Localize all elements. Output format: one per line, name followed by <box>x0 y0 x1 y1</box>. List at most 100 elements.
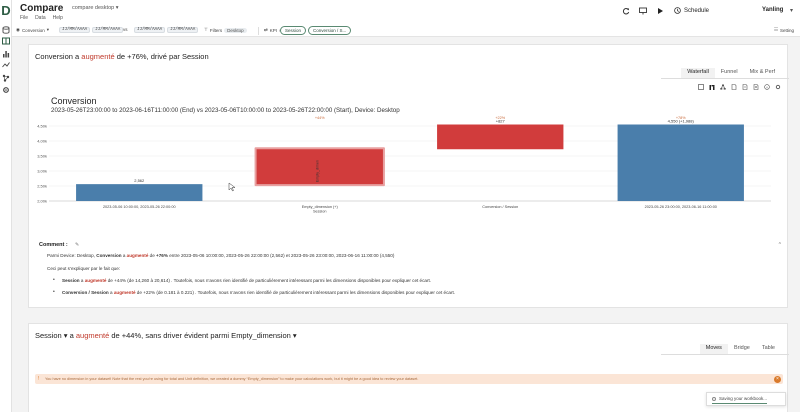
insight-card-session: Session ▾ a augmenté de +44%, sans drive… <box>28 323 789 412</box>
info-icon[interactable] <box>764 84 770 90</box>
comment-metric: Conversion <box>96 253 122 258</box>
menu-file[interactable]: File <box>20 15 28 21</box>
bar-value-label: 2,562 <box>134 178 145 183</box>
range2-start-input[interactable]: JJ/MM/AAAA <box>134 27 166 33</box>
bullet-trend: augmenté <box>84 278 107 283</box>
filter-bar: ◉ Conversion ▾ JJ/MM/AAAA JJ/MM/AAAA vs … <box>12 24 800 37</box>
x-tick-label: Conversion / Session <box>482 205 518 209</box>
bullet-metric: Session <box>62 278 80 283</box>
chevron-down-icon: ▾ <box>46 27 49 32</box>
play-icon[interactable] <box>656 7 664 15</box>
doc-icon[interactable] <box>731 84 737 90</box>
schedule-label: Schedule <box>684 7 710 14</box>
kpi-pills: Session Conversion / S... <box>280 25 352 35</box>
card-title: Session ▾ a augmenté de +44%, sans drive… <box>35 331 297 340</box>
kpi-selector[interactable]: ⇄ KPI › <box>264 27 281 33</box>
filters-label: Filters <box>209 27 223 33</box>
y-tick-label: 2,00k <box>37 199 47 204</box>
range1-start-input[interactable]: JJ/MM/AAAA <box>59 27 91 33</box>
present-icon[interactable] <box>639 7 647 15</box>
bullet-dot: • <box>53 289 55 295</box>
comment-text: entre 2023-05-06 10:00:00, 2023-05-26 22… <box>167 253 395 258</box>
x-tick-label: 2023-05-06 10:00:00, 2023-05-26 22:00:00 <box>103 205 176 209</box>
bar <box>617 124 744 201</box>
y-tick-label: 3,50k <box>37 154 47 159</box>
menu-data[interactable]: Data <box>35 15 46 21</box>
bar-pct-label: +22% <box>495 116 505 120</box>
csv-icon[interactable] <box>742 84 748 90</box>
comment-text: Parmi Device: Desktop, <box>47 253 97 258</box>
metric-icon: ◉ <box>16 27 20 32</box>
y-tick-label: 3,00k <box>37 169 47 174</box>
card-title-post: de +76%, drivé par Session <box>114 52 209 61</box>
range1-end-input[interactable]: JJ/MM/AAAA <box>92 27 124 33</box>
saving-toast: Saving your workbook... <box>706 392 786 406</box>
toast-progress <box>712 403 767 404</box>
date-range-end: JJ/MM/AAAA JJ/MM/AAAA <box>134 27 199 33</box>
filters-button[interactable]: ⊤ Filters Desktop <box>204 27 247 33</box>
chevron-down-icon[interactable]: ▾ <box>291 331 297 340</box>
range2-end-input[interactable]: JJ/MM/AAAA <box>167 27 199 33</box>
settings-gear-icon[interactable] <box>775 84 781 90</box>
x-tick-label: Empty_dimension (+) <box>302 205 339 209</box>
bar-pct-label: +78% <box>676 116 686 120</box>
kpi-icon: ⇄ <box>264 27 268 32</box>
menu-help[interactable]: Help <box>53 15 63 21</box>
card-title-pre: Conversion a <box>35 52 82 61</box>
hierarchy-icon[interactable] <box>720 84 726 90</box>
bullet-trend: augmenté <box>113 290 136 295</box>
settings-icon: ☷ <box>774 27 779 32</box>
x-tick-label: Session <box>313 210 327 214</box>
kpi-label: KPI <box>269 27 278 33</box>
export-icon[interactable] <box>698 84 704 90</box>
bullet-dot: • <box>53 277 55 283</box>
refresh-icon[interactable] <box>622 7 630 15</box>
x-tick-label: 2023-05-26 23:00:00, 2023-06-16 11:00:00 <box>645 205 717 209</box>
close-icon[interactable]: × <box>774 375 781 383</box>
card-title: Conversion a augmenté de +76%, drivé par… <box>35 52 209 61</box>
tabs-underline <box>661 78 789 79</box>
kpi-pill-conversion-session[interactable]: Conversion / S... <box>308 25 352 35</box>
trend-icon[interactable] <box>2 61 10 69</box>
chart-title: Conversion <box>51 96 97 106</box>
chevron-down-icon[interactable]: ▾ <box>62 331 70 340</box>
comment-text: de <box>148 253 157 258</box>
filter-chip[interactable]: Desktop <box>224 27 247 33</box>
toast-text: Saving your workbook... <box>719 396 768 401</box>
y-tick-label: 2,50k <box>37 184 47 189</box>
chart-toolbar <box>698 84 781 90</box>
warning-text: You have no dimension in your dataset! N… <box>45 377 419 381</box>
bar <box>437 124 564 150</box>
graph-icon[interactable] <box>2 74 10 82</box>
waterfall-chart: 2,00k 2,50k 3,00k 3,50k 4,00k 4,50k 2,562 2023-… <box>37 116 771 214</box>
spinner-icon <box>712 397 716 401</box>
y-tick-label: 4,00k <box>37 139 47 144</box>
compare-icon[interactable] <box>2 37 10 45</box>
image-icon[interactable] <box>753 84 759 90</box>
kpi-pill-session[interactable]: Session <box>280 25 307 35</box>
top-header: Compare compare desktop ▾ File Data Help… <box>12 0 800 24</box>
insight-card-conversion: Conversion a augmenté de +76%, drivé par… <box>28 44 789 308</box>
comment-trend: augmenté <box>126 253 149 258</box>
gear-icon[interactable] <box>2 86 10 94</box>
schedule-button[interactable]: Schedule <box>674 7 709 14</box>
collapse-chevron-icon[interactable]: ^ <box>779 242 781 248</box>
settings-button[interactable]: ☷ Setting <box>774 27 794 33</box>
user-name[interactable]: Yanling <box>762 7 783 13</box>
bar-chart-icon[interactable] <box>2 50 10 58</box>
document-selector[interactable]: compare desktop ▾ <box>72 5 118 11</box>
header-actions <box>622 7 664 15</box>
bars-icon[interactable] <box>709 84 715 90</box>
card-title-metric[interactable]: Session <box>35 331 62 340</box>
menu-bar: File Data Help <box>20 15 63 21</box>
tabs-underline <box>661 354 789 355</box>
bar-inner-label: Empty_dimen <box>316 160 320 182</box>
left-icon-rail: D <box>0 0 12 412</box>
comment-pct: +76% <box>156 253 168 258</box>
divider <box>258 27 259 35</box>
user-chevron-down-icon[interactable]: ▾ <box>790 7 793 14</box>
edit-comment-icon[interactable]: ✎ <box>75 242 79 248</box>
metric-selector[interactable]: ◉ Conversion ▾ <box>16 27 49 33</box>
chart-subtitle: 2023-05-26T23:00:00 to 2023-06-16T11:00:… <box>51 107 400 114</box>
database-icon[interactable] <box>2 26 10 34</box>
